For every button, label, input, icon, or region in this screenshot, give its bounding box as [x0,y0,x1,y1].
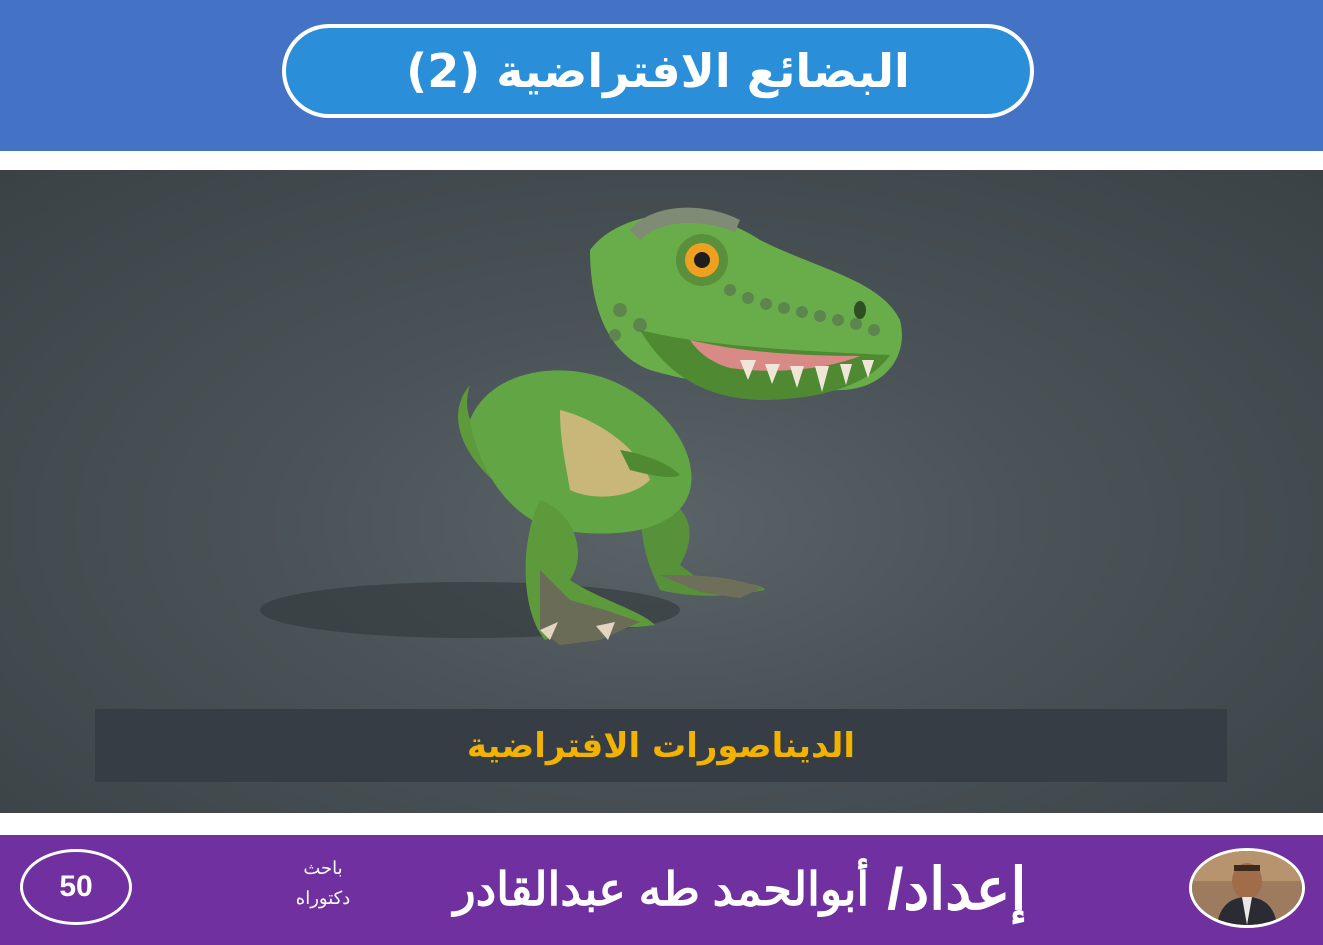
author-portrait [1192,851,1302,925]
caption-bar: الديناصورات الافتراضية [95,709,1227,782]
author-credit: إعداد/ أبوالحمد طه عبدالقادر [400,849,1080,929]
author-avatar [1189,848,1305,928]
degree-line-1: باحث [303,858,343,878]
degree-line-2: دكتوراه [295,888,351,908]
page-number-badge: 50 [20,849,132,925]
author-name: أبوالحمد طه عبدالقادر [453,863,870,915]
page-title: البضائع الافتراضية (2) [406,44,910,98]
dinosaur-scene: الديناصورات الافتراضية [0,170,1323,813]
author-degree: باحث دكتوراه [268,853,378,913]
image-caption: الديناصورات الافتراضية [466,725,856,766]
footer-bar: 50 باحث دكتوراه إعداد/ أبوالحمد طه عبدال… [0,835,1323,945]
header-bar: البضائع الافتراضية (2) [0,0,1323,151]
title-pill: البضائع الافتراضية (2) [282,24,1034,118]
author-prefix: إعداد/ [887,857,1027,922]
